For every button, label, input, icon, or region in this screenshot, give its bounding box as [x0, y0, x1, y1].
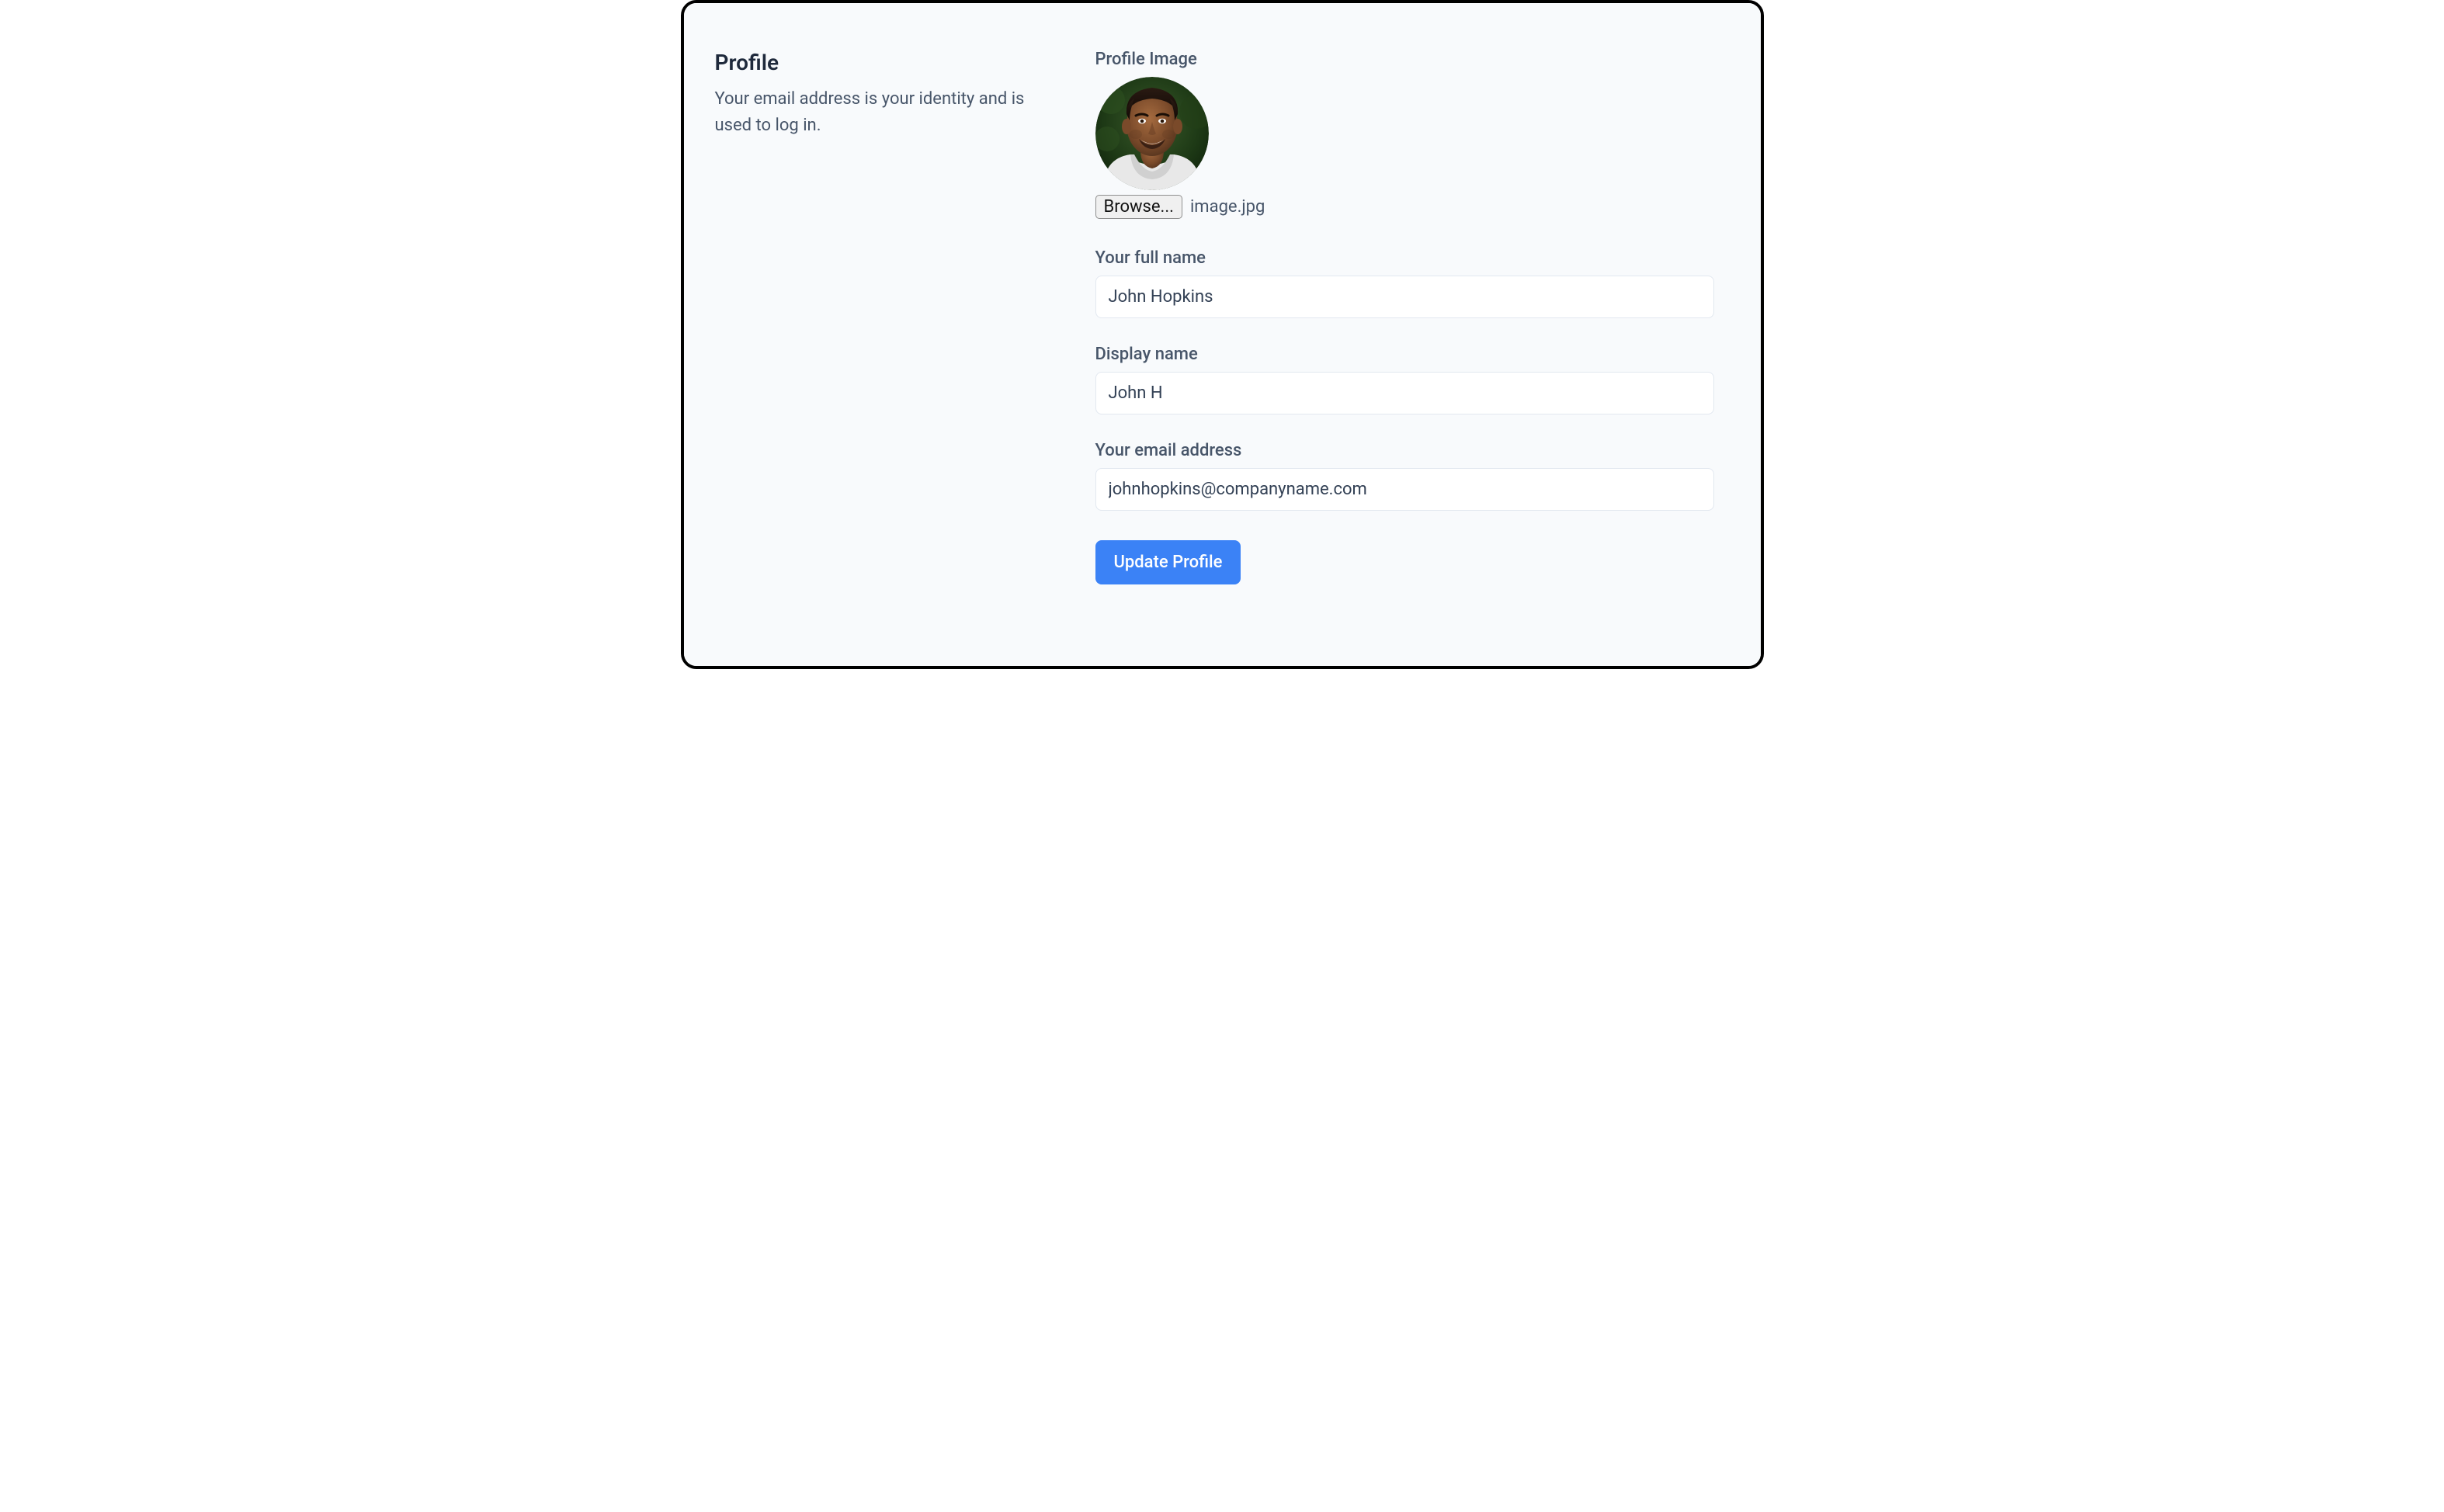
browse-button[interactable]: Browse... [1095, 195, 1182, 219]
display-name-label: Display name [1095, 345, 1714, 364]
avatar-image [1095, 77, 1209, 190]
display-name-group: Display name [1095, 345, 1714, 414]
update-profile-button[interactable]: Update Profile [1095, 540, 1241, 584]
file-input-row: Browse... image.jpg [1095, 195, 1714, 219]
display-name-input[interactable] [1095, 372, 1714, 414]
full-name-input[interactable] [1095, 276, 1714, 318]
avatar [1095, 77, 1209, 190]
window-frame: Profile Your email address is your ident… [681, 0, 1764, 669]
profile-image-label: Profile Image [1095, 50, 1714, 69]
email-label: Your email address [1095, 441, 1714, 460]
section-description: Your email address is your identity and … [715, 86, 1064, 139]
full-name-label: Your full name [1095, 248, 1714, 268]
email-group: Your email address [1095, 441, 1714, 511]
full-name-group: Your full name [1095, 248, 1714, 318]
section-title: Profile [715, 50, 1064, 75]
section-header-column: Profile Your email address is your ident… [715, 50, 1095, 635]
email-input[interactable] [1095, 468, 1714, 511]
selected-file-name: image.jpg [1190, 197, 1265, 217]
profile-form: Profile Image [1095, 50, 1730, 635]
profile-settings-panel: Profile Your email address is your ident… [684, 3, 1761, 666]
avatar-container [1095, 77, 1714, 190]
